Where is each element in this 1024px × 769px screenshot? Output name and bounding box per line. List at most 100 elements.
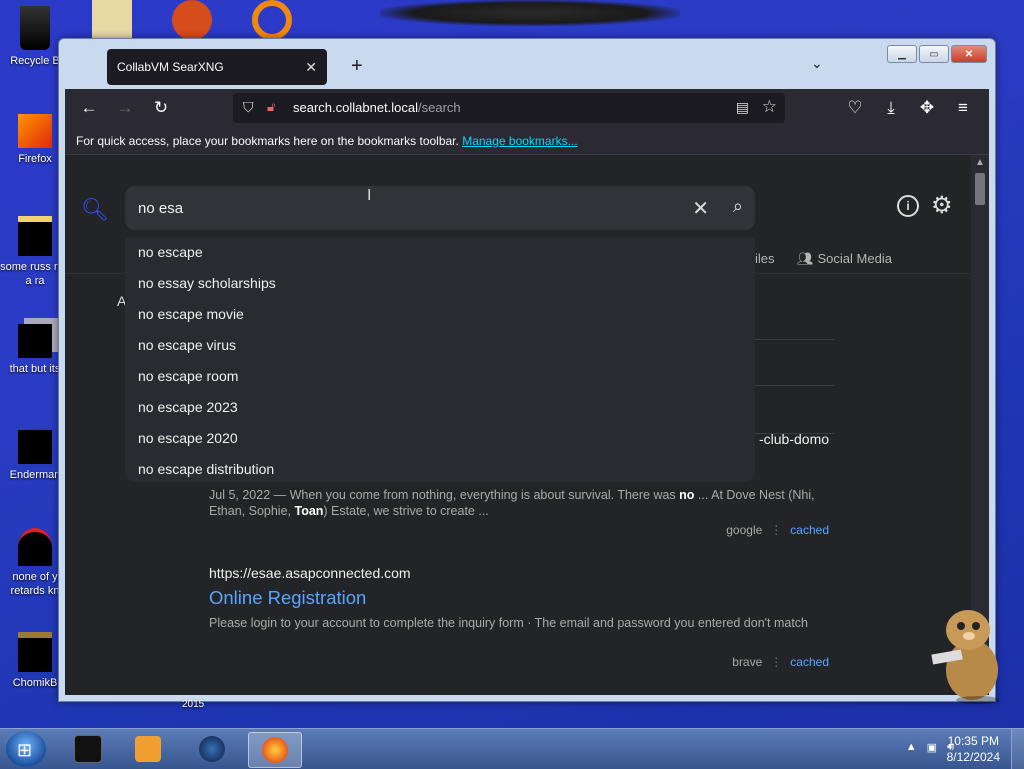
maximize-button[interactable]: ▭ — [919, 45, 949, 63]
tray-network-icon[interactable]: ▣ — [927, 741, 937, 754]
app-icon — [18, 632, 52, 672]
insecure-lock-icon[interactable]: 🔓︎ — [267, 99, 275, 115]
downloads-icon[interactable]: ⤓ — [881, 98, 901, 118]
system-clock[interactable]: 10:35 PM 8/12/2024 — [947, 733, 1000, 765]
category-label: Social Media — [817, 251, 892, 266]
tab-strip: CollabVM SearXNG ✕ + — [67, 45, 895, 89]
desktop-icon-label: Firefox — [18, 153, 52, 165]
taskbar-app-globe[interactable] — [186, 732, 238, 766]
tab-title: CollabVM SearXNG — [117, 60, 224, 74]
terminal-icon — [74, 735, 102, 763]
settings-gear-icon[interactable]: ⚙ — [931, 191, 953, 220]
cached-link[interactable]: cached — [790, 523, 829, 537]
searxng-logo-icon[interactable]: 🔍︎ — [81, 197, 109, 223]
search-box[interactable]: no esa ✕ ⌕ — [125, 186, 755, 230]
windows-logo-icon: ⊞ — [17, 740, 33, 760]
taskbar-app-terminal[interactable] — [62, 732, 114, 766]
desktop-top-icon[interactable] — [172, 0, 212, 40]
scroll-up-icon[interactable]: ▲ — [975, 157, 985, 168]
new-tab-button[interactable]: + — [351, 55, 363, 78]
globe-icon — [199, 736, 225, 762]
firefox-icon — [262, 737, 288, 763]
pocket-icon[interactable]: ♡ — [845, 98, 865, 118]
result-url[interactable]: https://esae.asapconnected.com — [209, 565, 829, 581]
taskbar-app-media[interactable] — [122, 732, 174, 766]
browser-content-area: ← → ↻ ⛉ 🔓︎ search.collabnet.local/search… — [65, 89, 989, 695]
menu-hamburger-icon[interactable]: ≡ — [953, 98, 973, 118]
bookmarks-toolbar: For quick access, place your bookmarks h… — [65, 127, 989, 155]
people-icon: 👥︎ — [797, 251, 814, 266]
reader-view-icon[interactable]: ▤ — [736, 99, 749, 116]
tray-expand-icon[interactable]: ▲ — [906, 741, 917, 754]
reload-icon[interactable]: ↻ — [151, 98, 171, 118]
close-tab-icon[interactable]: ✕ — [305, 59, 317, 76]
suggestion-item[interactable]: no escape 2023 — [125, 392, 755, 423]
info-icon[interactable]: i — [897, 195, 919, 217]
desktop-icon-label: Enderman — [9, 469, 61, 481]
engine-name: brave — [732, 655, 763, 669]
navigation-toolbar: ← → ↻ ⛉ 🔓︎ search.collabnet.local/search… — [65, 89, 989, 127]
suggestion-item[interactable]: no essay scholarships — [125, 268, 755, 299]
start-button[interactable]: ⊞ — [6, 731, 46, 767]
manage-bookmarks-link[interactable]: Manage bookmarks... — [462, 134, 577, 148]
divider — [755, 385, 835, 386]
clock-time: 10:35 PM — [947, 734, 999, 748]
bookmarks-hint: For quick access, place your bookmarks h… — [76, 134, 459, 148]
result-snippet: Please login to your account to complete… — [209, 616, 809, 630]
tab-active[interactable]: CollabVM SearXNG ✕ — [107, 49, 327, 85]
suggestion-item[interactable]: no escape 2020 — [125, 423, 755, 454]
text-cursor-icon: I — [367, 187, 372, 204]
result-engines: brave ⋮ cached — [732, 655, 829, 669]
divider — [755, 339, 835, 340]
url-bar[interactable]: ⛉ 🔓︎ search.collabnet.local/search ▤ ☆ — [233, 93, 785, 123]
cached-link[interactable]: cached — [790, 655, 829, 669]
suggestion-item[interactable]: no escape movie — [125, 299, 755, 330]
engine-name: google — [726, 523, 763, 537]
suggestion-item[interactable]: no escape room — [125, 361, 755, 392]
desktop-icon-label: that but its — [9, 363, 61, 375]
clear-search-icon[interactable]: ✕ — [692, 196, 709, 221]
show-desktop-button[interactable] — [1011, 729, 1024, 769]
recycle-bin-icon — [20, 6, 50, 50]
search-result: Jul 5, 2022 — When you come from nothing… — [209, 487, 829, 519]
snippet-highlight: no — [679, 488, 695, 502]
forward-arrow-icon[interactable]: → — [115, 98, 135, 118]
taskbar-app-firefox[interactable] — [248, 732, 302, 768]
suggestion-item[interactable]: no escape — [125, 237, 755, 268]
tab-files[interactable]: iles — [755, 251, 775, 266]
window-controls: ▁ ▭ ✕ — [887, 45, 987, 63]
result-title-partial[interactable]: -club-domo — [759, 431, 829, 447]
page-content: 🔍︎ no esa ✕ ⌕ I i ⚙ iles 👥︎ Social Media … — [65, 155, 971, 695]
result-title[interactable]: Online Registration — [209, 587, 829, 609]
file-icon — [18, 216, 52, 256]
browser-window: CollabVM SearXNG ✕ + ⌄ ▁ ▭ ✕ ← → ↻ ⛉ 🔓︎ … — [58, 38, 996, 702]
separator: ⋮ — [770, 523, 783, 537]
minimize-button[interactable]: ▁ — [887, 45, 917, 63]
category-label: iles — [755, 251, 775, 266]
url-path: /search — [418, 100, 461, 115]
suggestion-item[interactable]: no escape virus — [125, 330, 755, 361]
search-submit-icon[interactable]: ⌕ — [733, 196, 743, 217]
gopher-mascot-icon — [931, 610, 1000, 704]
scrollbar-thumb[interactable] — [975, 173, 985, 205]
result-engines: google ⋮ cached — [726, 523, 829, 537]
tab-social-media[interactable]: 👥︎ Social Media — [797, 251, 892, 267]
suggestion-item[interactable]: no escape distribution — [125, 454, 755, 485]
back-arrow-icon[interactable]: ← — [79, 98, 99, 118]
bookmark-star-icon[interactable]: ☆ — [762, 97, 777, 117]
search-input[interactable]: no esa — [138, 200, 183, 217]
close-window-button[interactable]: ✕ — [951, 45, 987, 63]
folder-icon — [18, 324, 52, 358]
firefox-icon — [18, 114, 52, 148]
url-host: search.collabnet.local — [293, 100, 419, 115]
url-text[interactable]: search.collabnet.local/search — [293, 100, 461, 115]
desktop-icon-label: Recycle B — [10, 55, 60, 67]
desktop-top-icon[interactable] — [252, 0, 292, 40]
tracking-shield-icon[interactable]: ⛉ — [243, 99, 254, 116]
extensions-icon[interactable]: ✥ — [917, 98, 937, 118]
snippet-highlight: Toan — [294, 504, 324, 518]
media-player-icon — [135, 736, 161, 762]
autocomplete-dropdown: no escape no essay scholarships no escap… — [125, 237, 755, 482]
app-icon — [18, 528, 52, 566]
desktop-top-icon[interactable] — [92, 0, 132, 40]
